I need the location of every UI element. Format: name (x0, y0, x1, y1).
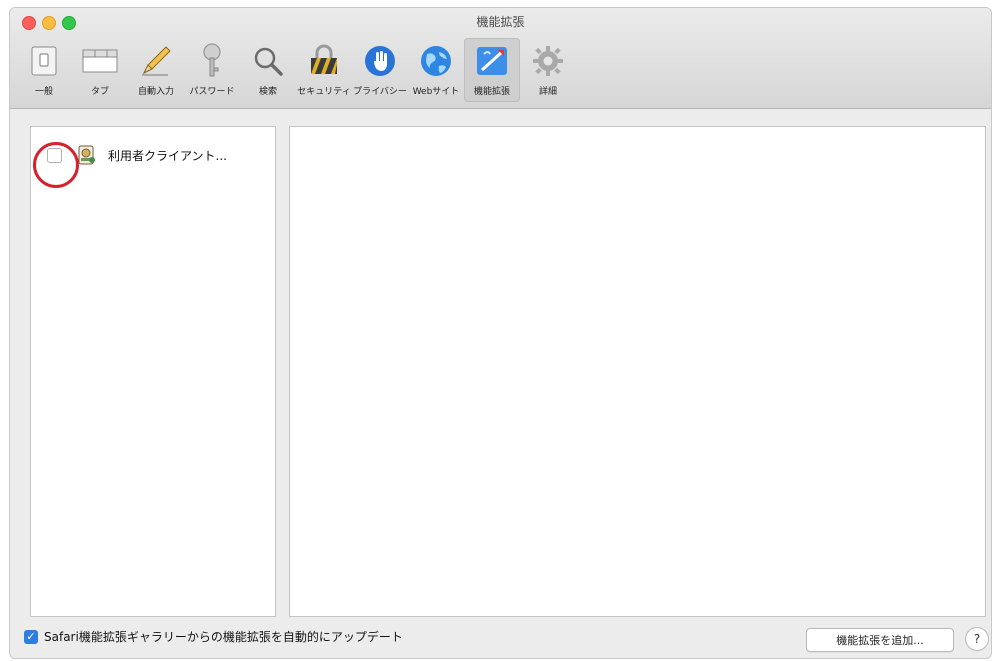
help-button[interactable]: ? (965, 627, 989, 651)
general-switch-icon (24, 42, 64, 80)
tab-advanced-label: 詳細 (538, 87, 557, 97)
tab-privacy-label: プライバシー (353, 87, 407, 97)
magnifier-icon (248, 42, 288, 80)
pencil-icon (136, 42, 176, 80)
add-extension-button[interactable]: 機能拡張を追加... (806, 628, 954, 652)
tab-passwords[interactable]: パスワード (184, 38, 240, 102)
tab-autofill[interactable]: 自動入力 (128, 38, 184, 102)
extension-toggle-wrapper (33, 141, 79, 188)
list-item[interactable]: 利用者クライアント... (33, 137, 227, 188)
tab-extensions[interactable]: 機能拡張 (464, 38, 520, 102)
puzzle-extension-icon (472, 42, 512, 80)
key-icon (192, 42, 232, 80)
window-title: 機能拡張 (476, 15, 525, 29)
tab-websites-label: Webサイト (412, 87, 460, 97)
highlight-circle-annotation (33, 141, 79, 188)
tab-passwords-label: パスワード (189, 87, 235, 97)
hand-icon (360, 42, 400, 80)
preferences-toolbar: 一般 タブ 自動入力 パスワード 検索 セキュリティ プライバシー Webサイト… (16, 38, 576, 104)
tab-extensions-label: 機能拡張 (473, 87, 510, 97)
tab-general[interactable]: 一般 (16, 38, 72, 102)
extension-app-icon (76, 144, 98, 166)
tabs-icon (80, 42, 120, 80)
security-lock-icon (304, 42, 344, 80)
extension-detail-pane (289, 126, 986, 617)
tab-security[interactable]: セキュリティ (296, 38, 352, 102)
tab-search-label: 検索 (258, 87, 277, 97)
tab-general-label: 一般 (34, 87, 53, 97)
tab-security-label: セキュリティ (297, 87, 351, 97)
tab-tabs[interactable]: タブ (72, 38, 128, 102)
auto-update-checkbox[interactable]: ✓ (24, 629, 38, 644)
extensions-list: 利用者クライアント... (30, 126, 276, 617)
preferences-window: 機能拡張 一般 タブ 自動入力 パスワード 検索 セキュリティ プライバシー W… (9, 7, 992, 659)
tab-tabs-label: タブ (90, 87, 109, 97)
gear-icon (528, 42, 568, 80)
globe-icon (416, 42, 456, 80)
tab-privacy[interactable]: プライバシー (352, 38, 408, 102)
tab-advanced[interactable]: 詳細 (520, 38, 576, 102)
tab-websites[interactable]: Webサイト (408, 38, 464, 102)
auto-update-label: Safari機能拡張ギャラリーからの機能拡張を自動的にアップデート (44, 630, 403, 644)
footer-bar: ✓ Safari機能拡張ギャラリーからの機能拡張を自動的にアップデート 機能拡張… (10, 622, 991, 658)
titlebar: 機能拡張 一般 タブ 自動入力 パスワード 検索 セキュリティ プライバシー W… (10, 8, 991, 109)
tab-search[interactable]: 検索 (240, 38, 296, 102)
auto-update-option[interactable]: ✓ Safari機能拡張ギャラリーからの機能拡張を自動的にアップデート (24, 628, 403, 645)
tab-autofill-label: 自動入力 (137, 87, 174, 97)
extension-name: 利用者クライアント... (108, 148, 227, 163)
